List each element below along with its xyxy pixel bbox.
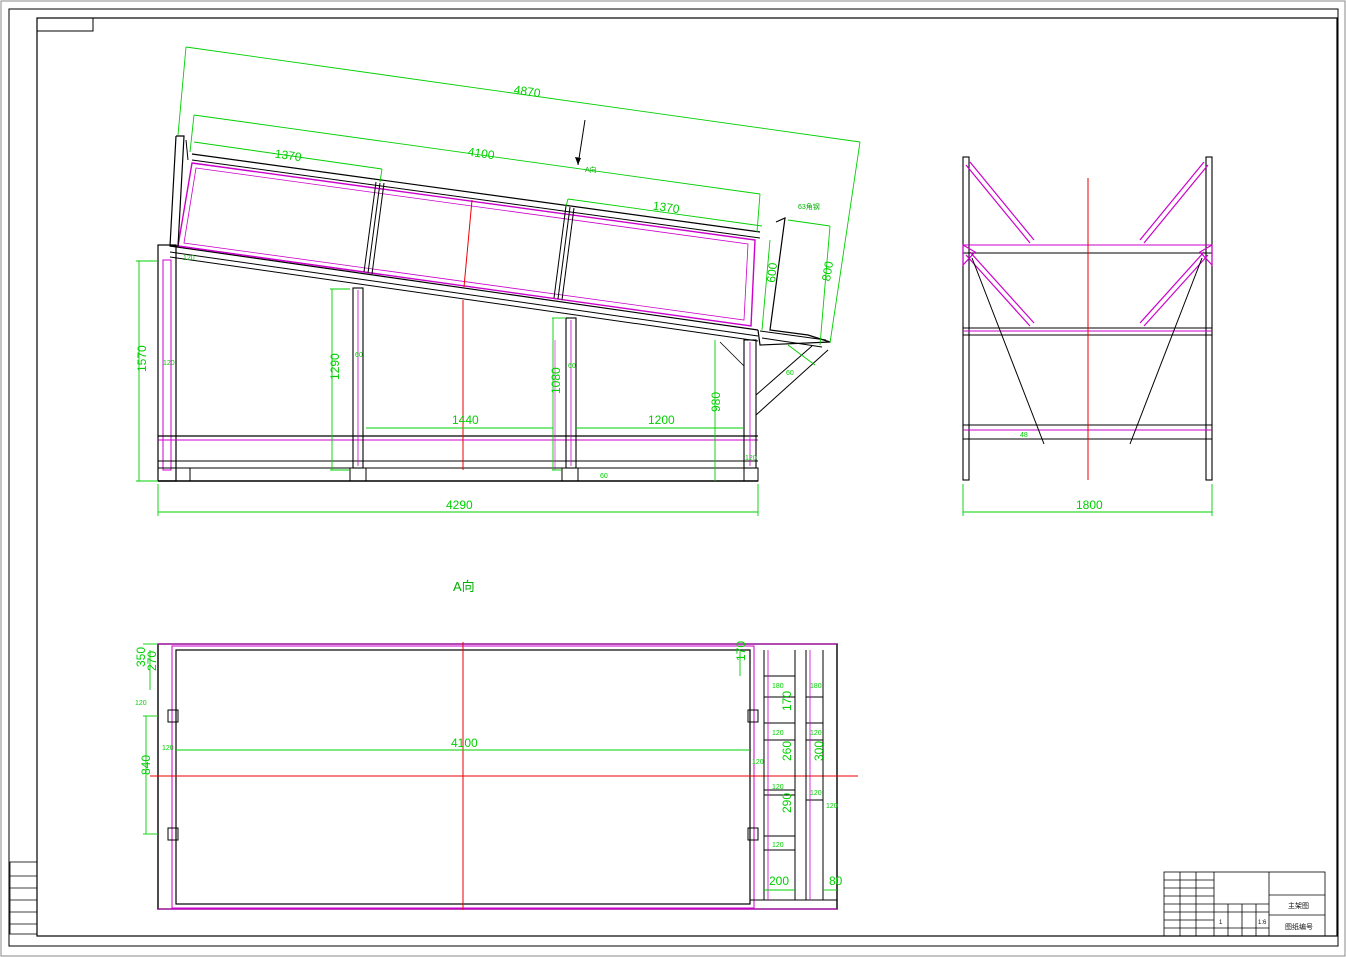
dim-plan-200: 200: [769, 874, 789, 888]
dim-plan-290: 290: [780, 793, 794, 813]
dim-1800: 1800: [1076, 498, 1103, 512]
dim-plan-300: 300: [812, 741, 826, 761]
dim-800: 800: [819, 260, 836, 282]
title-block-scale: 1:6: [1258, 920, 1267, 926]
member-60-b: 60: [568, 363, 576, 370]
member-120-left: 120: [163, 360, 175, 367]
plan-member-120-h: 120: [810, 790, 822, 797]
view-arrow-label: A向: [585, 165, 597, 174]
member-60-d: 60: [786, 370, 794, 377]
dim-4290: 4290: [446, 498, 473, 512]
angle-steel-note: 63角钢: [798, 202, 820, 211]
dim-1200: 1200: [648, 413, 675, 427]
dim-plan-170-top: 170: [734, 641, 748, 661]
plan-member-120-e: 120: [772, 784, 784, 791]
side-view: 4870 4100 1370 1370 1570 1290 1080 980 1…: [135, 46, 861, 516]
dim-plan-260: 260: [780, 741, 794, 761]
dim-980: 980: [709, 392, 723, 412]
view-a-title: A向: [453, 579, 475, 594]
plan-member-120-i: 120: [826, 803, 838, 810]
title-block-qty: 1: [1219, 920, 1223, 926]
dim-plan-840: 840: [139, 755, 153, 775]
plan-member-120-c: 120: [752, 759, 764, 766]
plan-member-120-a: 120: [135, 700, 147, 707]
drawing-sheet: 4870 4100 1370 1370 1570 1290 1080 980 1…: [0, 0, 1346, 957]
member-48: 48: [1020, 432, 1028, 439]
drawing-border: [36, 17, 1338, 937]
left-stamp-column: [9, 861, 38, 935]
plan-view: 4100 350 270 840 170 170 260 290 300 200…: [134, 641, 858, 910]
dim-1080: 1080: [549, 367, 563, 394]
dim-1370-left: 1370: [274, 147, 303, 165]
title-block-part-name: 主架图: [1288, 901, 1309, 910]
frame-border: [8, 8, 1339, 947]
outer-border: [0, 0, 1346, 957]
inclined-panel: [177, 162, 756, 327]
plan-member-120-d: 120: [772, 730, 784, 737]
dim-1370-right: 1370: [652, 199, 681, 217]
member-120-right: 120: [745, 455, 757, 462]
plan-member-180-b: 180: [810, 683, 822, 690]
plan-member-120-g: 120: [810, 730, 822, 737]
dim-1440: 1440: [452, 413, 479, 427]
end-view: 1800 48: [962, 156, 1213, 516]
corner-tag: [36, 17, 94, 32]
dim-plan-170: 170: [780, 691, 794, 711]
member-60-a: 60: [355, 352, 363, 359]
plan-member-120-f: 120: [772, 842, 784, 849]
dim-4870: 4870: [513, 83, 542, 101]
dim-plan-4100: 4100: [451, 736, 478, 750]
plan-member-120-b: 120: [162, 745, 174, 752]
title-block: 主架图 图纸编号 1 1:6: [1163, 871, 1326, 937]
member-60-c: 60: [600, 473, 608, 480]
dim-1290: 1290: [328, 353, 342, 380]
title-block-drawing-no: 图纸编号: [1285, 922, 1313, 931]
dim-600: 600: [764, 262, 780, 284]
dim-plan-80: 80: [829, 874, 843, 888]
dim-4100: 4100: [467, 145, 496, 163]
plan-member-180: 180: [772, 683, 784, 690]
dim-plan-270: 270: [145, 651, 159, 671]
member-120-top: 120: [183, 255, 195, 262]
dim-1570: 1570: [135, 345, 149, 372]
